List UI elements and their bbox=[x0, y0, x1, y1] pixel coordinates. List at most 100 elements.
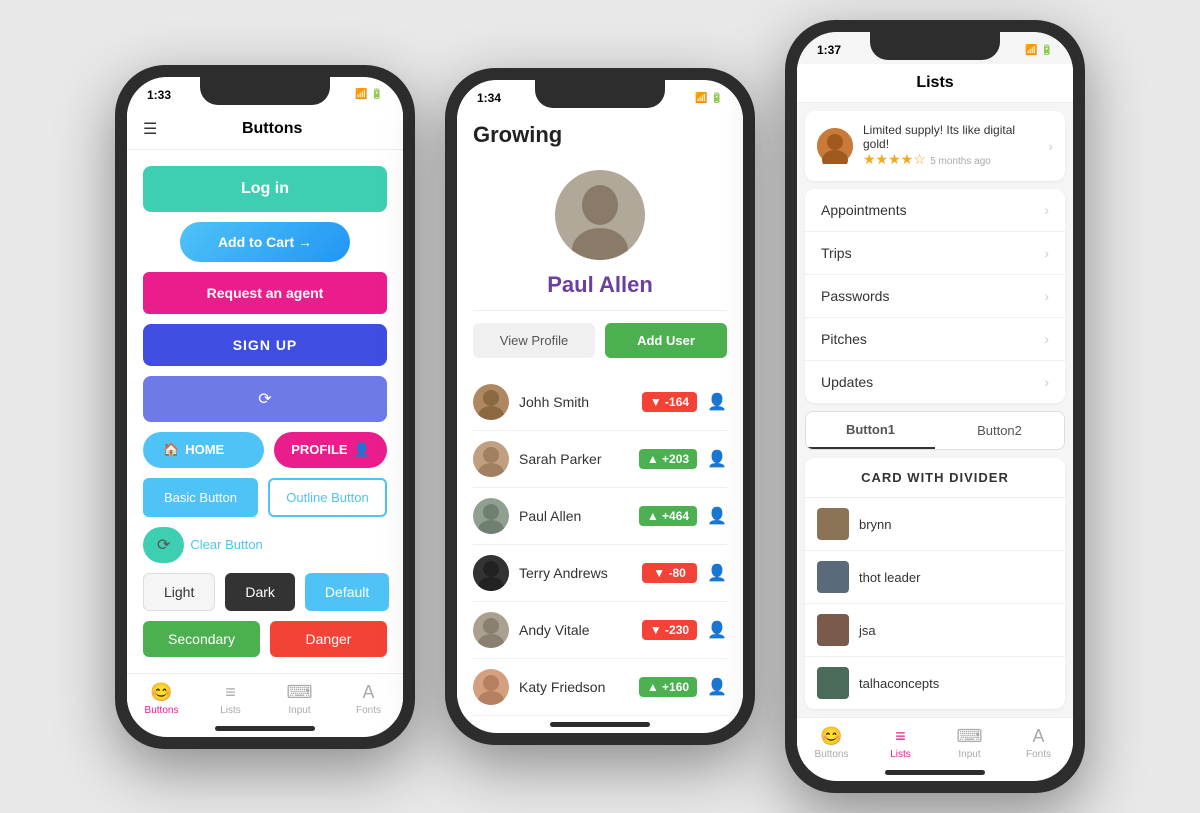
jsa-avatar bbox=[817, 614, 849, 646]
tab3-buttons-icon: 😊 bbox=[820, 726, 842, 747]
outline-button[interactable]: Outline Button bbox=[268, 478, 387, 517]
card-header: CARD WITH DIVIDER bbox=[805, 458, 1065, 498]
user-score-3: ▲ +464 bbox=[639, 506, 697, 526]
status-icons-1: 📶 🔋 bbox=[355, 89, 383, 100]
tab3-buttons-label: Buttons bbox=[815, 749, 849, 760]
lists-tab-icon: ≡ bbox=[225, 682, 236, 703]
default-button[interactable]: Default bbox=[305, 573, 389, 611]
login-button[interactable]: Log in bbox=[143, 166, 387, 212]
contact-icon-5[interactable]: 👤 bbox=[707, 620, 727, 640]
user-row: Andy Vitale ▼ -230 👤 bbox=[473, 602, 727, 659]
chevron-updates: › bbox=[1044, 374, 1049, 390]
toggle-button[interactable]: ⟳ bbox=[143, 527, 184, 563]
lists-tab-label: Lists bbox=[220, 705, 241, 716]
clear-button[interactable]: Clear Button bbox=[190, 537, 262, 552]
brynn-avatar bbox=[817, 508, 849, 540]
tab3-fonts[interactable]: A Fonts bbox=[1004, 726, 1073, 760]
secondary-button[interactable]: Secondary bbox=[143, 621, 260, 657]
card-user-jsa: jsa bbox=[805, 604, 1065, 657]
hamburger-icon[interactable]: ☰ bbox=[143, 119, 157, 139]
list-item-passwords[interactable]: Passwords › bbox=[805, 275, 1065, 318]
tab-lists[interactable]: ≡ Lists bbox=[196, 682, 265, 716]
tab-input[interactable]: ⌨ Input bbox=[265, 682, 334, 716]
user-score-4: ▼ -80 bbox=[642, 563, 697, 583]
user-avatar-2 bbox=[473, 441, 509, 477]
add-user-button[interactable]: Add User bbox=[605, 323, 727, 358]
tab3-buttons[interactable]: 😊 Buttons bbox=[797, 726, 866, 760]
tal-name: talhaconcepts bbox=[859, 676, 939, 691]
thot-avatar bbox=[817, 561, 849, 593]
time-3: 1:37 bbox=[817, 43, 841, 57]
user-name-2: Sarah Parker bbox=[519, 451, 629, 467]
home-icon: 🏠 bbox=[163, 442, 179, 458]
tab-fonts[interactable]: A Fonts bbox=[334, 682, 403, 716]
buttons-tab-icon: 😊 bbox=[150, 682, 172, 703]
user-name-1: Johh Smith bbox=[519, 394, 632, 410]
phone-lists: 1:37 📶 🔋 Lists Limited supply! Its like … bbox=[785, 20, 1085, 793]
tab3-lists[interactable]: ≡ Lists bbox=[866, 726, 935, 760]
tab-btn-1[interactable]: Button1 bbox=[806, 412, 935, 449]
user-avatar-1 bbox=[473, 384, 509, 420]
tab3-fonts-label: Fonts bbox=[1026, 749, 1051, 760]
tab3-lists-label: Lists bbox=[890, 749, 911, 760]
user-avatar-5 bbox=[473, 612, 509, 648]
basic-outline-row: Basic Button Outline Button bbox=[143, 478, 387, 517]
light-dark-default-row: Light Dark Default bbox=[143, 573, 387, 611]
home-button[interactable]: 🏠 HOME bbox=[143, 432, 264, 468]
user-row: Johh Smith ▼ -164 👤 bbox=[473, 374, 727, 431]
profile-button[interactable]: PROFILE 👤 bbox=[274, 432, 387, 468]
user-name-3: Paul Allen bbox=[519, 508, 629, 524]
contact-icon-3[interactable]: 👤 bbox=[707, 506, 727, 526]
time-2: 1:34 bbox=[477, 91, 501, 105]
user-name-4: Terry Andrews bbox=[519, 565, 632, 581]
signup-button[interactable]: SIGN UP bbox=[143, 324, 387, 366]
card-user-thot: thot leader bbox=[805, 551, 1065, 604]
profile-avatar bbox=[555, 170, 645, 260]
tab3-input-label: Input bbox=[958, 749, 980, 760]
chevron-pitches: › bbox=[1044, 331, 1049, 347]
basic-button[interactable]: Basic Button bbox=[143, 478, 258, 517]
input-tab-label: Input bbox=[288, 705, 310, 716]
list-item-trips[interactable]: Trips › bbox=[805, 232, 1065, 275]
tab3-input[interactable]: ⌨ Input bbox=[935, 726, 1004, 760]
card-user-brynn: brynn bbox=[805, 498, 1065, 551]
dark-button[interactable]: Dark bbox=[225, 573, 295, 611]
contact-icon-4[interactable]: 👤 bbox=[707, 563, 727, 583]
toggle-clear-row: ⟳ Clear Button bbox=[143, 527, 387, 563]
list-item-pitches[interactable]: Pitches › bbox=[805, 318, 1065, 361]
user-avatar-6 bbox=[473, 669, 509, 705]
contact-icon-1[interactable]: 👤 bbox=[707, 392, 727, 412]
phone-growing: 1:34 📶 🔋 Growing Paul Allen bbox=[445, 68, 755, 745]
user-row: Paul Allen ▲ +464 👤 bbox=[473, 488, 727, 545]
request-button[interactable]: Request an agent bbox=[143, 272, 387, 314]
tab-buttons[interactable]: 😊 Buttons bbox=[127, 682, 196, 716]
notch-3 bbox=[870, 32, 1000, 60]
user-score-2: ▲ +203 bbox=[639, 449, 697, 469]
user-row: Terry Andrews ▼ -80 👤 bbox=[473, 545, 727, 602]
list-item-updates[interactable]: Updates › bbox=[805, 361, 1065, 403]
contact-icon-2[interactable]: 👤 bbox=[707, 449, 727, 469]
list-item-appointments[interactable]: Appointments › bbox=[805, 189, 1065, 232]
user-name-6: Katy Friedson bbox=[519, 679, 629, 695]
fonts-tab-label: Fonts bbox=[356, 705, 381, 716]
tab-bar-3: 😊 Buttons ≡ Lists ⌨ Input A Fonts bbox=[797, 717, 1073, 764]
loading-button[interactable]: ⟳ bbox=[143, 376, 387, 422]
jsa-name: jsa bbox=[859, 623, 876, 638]
add-cart-button[interactable]: Add to Cart → bbox=[180, 222, 351, 262]
profile-divider bbox=[473, 310, 727, 311]
phone-buttons: 1:33 📶 🔋 ☰ Buttons Log in Add to Cart → … bbox=[115, 65, 415, 749]
review-card[interactable]: Limited supply! Its like digital gold! ★… bbox=[805, 111, 1065, 181]
profile-buttons: View Profile Add User bbox=[473, 323, 727, 358]
user-avatar-4 bbox=[473, 555, 509, 591]
user-name-5: Andy Vitale bbox=[519, 622, 632, 638]
view-profile-button[interactable]: View Profile bbox=[473, 323, 595, 358]
light-button[interactable]: Light bbox=[143, 573, 215, 611]
contact-icon-6[interactable]: 👤 bbox=[707, 677, 727, 697]
profile-name: Paul Allen bbox=[547, 272, 653, 298]
tab-btn-2[interactable]: Button2 bbox=[935, 412, 1064, 449]
user-score-6: ▲ +160 bbox=[639, 677, 697, 697]
danger-button[interactable]: Danger bbox=[270, 621, 387, 657]
user-avatar-3 bbox=[473, 498, 509, 534]
list-label-pitches: Pitches bbox=[821, 331, 1044, 347]
bottom-bar-3 bbox=[885, 770, 985, 775]
